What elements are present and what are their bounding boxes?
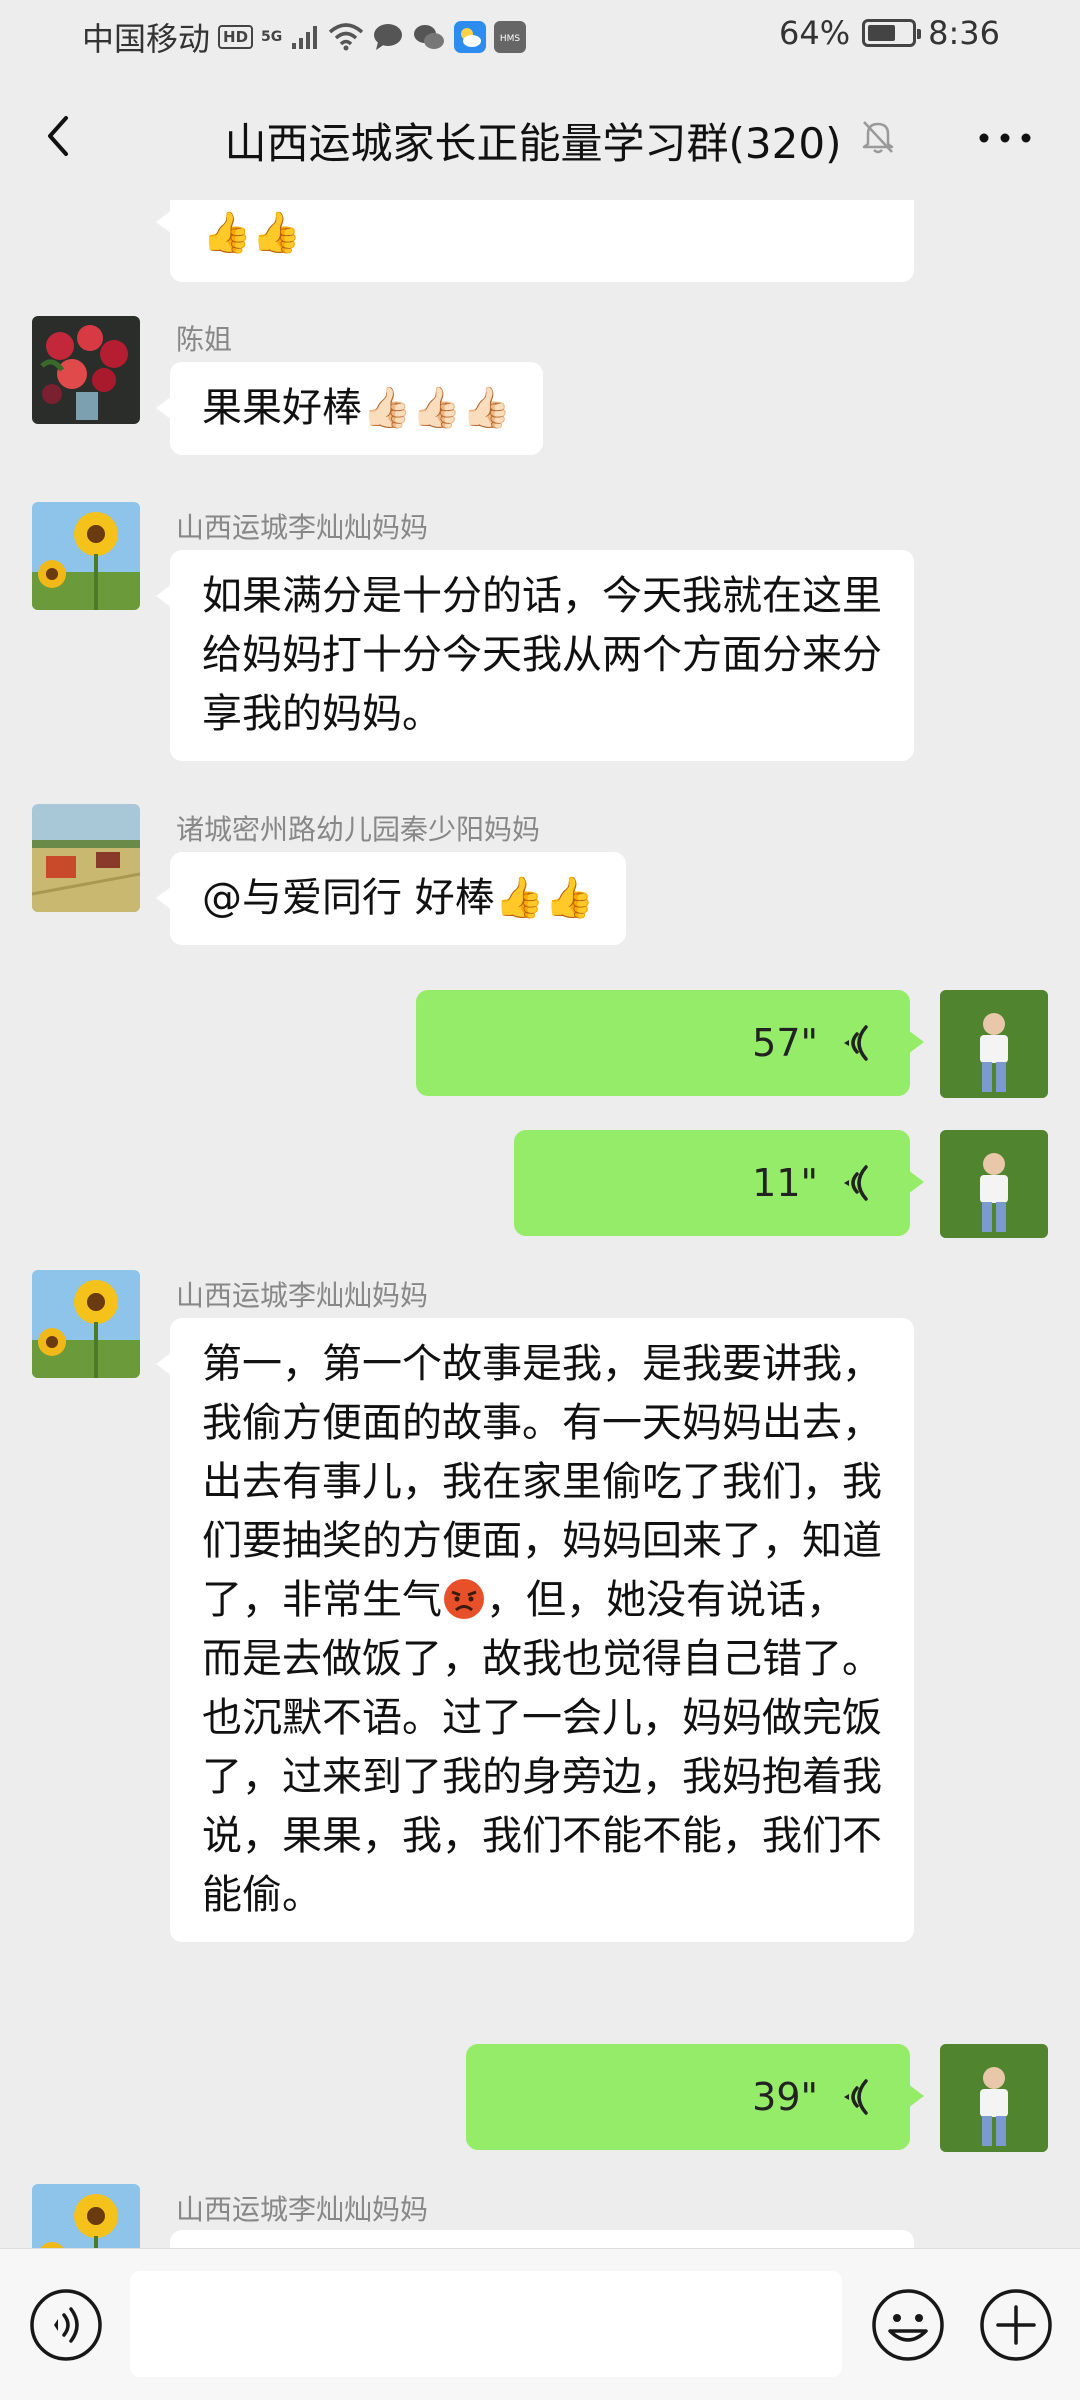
message-bubble[interactable]: 👍👍 (156, 200, 914, 282)
avatar[interactable] (32, 2184, 140, 2248)
message-bubble[interactable]: @与爱同行 好棒👍👍 (155, 852, 627, 945)
chat-header: 山西运城家长正能量学习群(320) (0, 72, 1080, 200)
message-text: 👍👍 (202, 210, 302, 256)
my-avatar[interactable] (940, 990, 1048, 1098)
my-avatar[interactable] (940, 1130, 1048, 1238)
plus-icon[interactable] (978, 2287, 1054, 2363)
status-right: 64% 8:36 (779, 14, 1000, 52)
message-text: 如果满分是十分的话，今天我就在这里给妈妈打十分今天我从两个方面分来分享我的妈妈。 (202, 573, 882, 737)
message-text: ，但，她没有说话，而是去做饭了，故我也觉得自己错了。也沉默不语。过了一会儿，妈妈… (202, 1577, 882, 1918)
voice-duration: 39" (752, 2074, 818, 2119)
voice-message[interactable]: 57" (416, 990, 924, 1096)
status-bar: 中国移动 HD 5G HMS 64% 8:36 (0, 0, 1080, 72)
avatar[interactable] (32, 316, 140, 424)
voice-duration: 11" (752, 1160, 818, 1205)
voice-wave-icon (844, 2079, 868, 2115)
chat-title: 山西运城家长正能量学习群(320) (224, 119, 842, 168)
battery-level (868, 25, 896, 41)
voice-wave-icon (844, 1025, 868, 1061)
my-avatar[interactable] (940, 2044, 1048, 2152)
hms-notification-icon: HMS (494, 21, 527, 53)
message-input[interactable] (130, 2271, 842, 2377)
message-notification-icon (374, 24, 403, 50)
clock: 8:36 (928, 14, 1000, 52)
avatar[interactable] (32, 804, 140, 912)
voice-message[interactable]: 11" (514, 1130, 924, 1236)
chat-messages[interactable]: 👍👍 陈姐 果果好棒👍🏻👍🏻👍🏻 山西运城李灿灿妈妈 如果满分是十分的话，今天我… (0, 200, 1080, 2248)
hd-badge: HD (218, 25, 254, 49)
voice-duration: 57" (752, 1020, 818, 1065)
battery-percent: 64% (779, 14, 851, 52)
message-bubble[interactable] (170, 2230, 914, 2248)
sender-name: 陈姐 (176, 323, 233, 356)
angry-face-icon (444, 1579, 484, 1619)
status-left: 中国移动 HD 5G HMS (82, 14, 527, 60)
voice-input-icon[interactable] (28, 2287, 104, 2363)
carrier-name: 中国移动 (82, 20, 211, 58)
battery-icon (862, 19, 922, 47)
bell-off-icon (862, 121, 894, 154)
message-bubble[interactable]: 果果好棒👍🏻👍🏻👍🏻 (155, 362, 544, 455)
wechat-notification-icon (414, 25, 445, 49)
sender-name: 山西运城李灿灿妈妈 (176, 511, 429, 544)
message-bubble[interactable]: 第一，第一个故事是我，是我要讲我，我偷方便面的故事。有一天妈妈出去，出去有事儿，… (156, 1318, 914, 1942)
voice-wave-icon (844, 1165, 868, 1201)
avatar[interactable] (32, 502, 140, 610)
emoji-icon[interactable] (870, 2287, 946, 2363)
network-type: 5G (261, 29, 283, 45)
sender-name: 山西运城李灿灿妈妈 (176, 1279, 429, 1312)
avatar[interactable] (32, 1270, 140, 1378)
weather-notification-icon (454, 21, 487, 53)
message-bubble[interactable]: 如果满分是十分的话，今天我就在这里给妈妈打十分今天我从两个方面分来分享我的妈妈。 (156, 550, 914, 761)
signal-icon (292, 26, 318, 49)
more-dots-icon[interactable] (972, 118, 1038, 158)
sender-name: 诸城密州路幼儿园秦少阳妈妈 (176, 813, 541, 846)
sender-name: 山西运城李灿灿妈妈 (176, 2193, 429, 2226)
input-bar (0, 2248, 1080, 2400)
wifi-icon (329, 23, 364, 51)
svg-text:HMS: HMS (500, 34, 521, 44)
voice-message[interactable]: 39" (466, 2044, 924, 2150)
message-text: @与爱同行 好棒👍👍 (202, 875, 595, 921)
message-text: 果果好棒👍🏻👍🏻👍🏻 (202, 385, 512, 431)
